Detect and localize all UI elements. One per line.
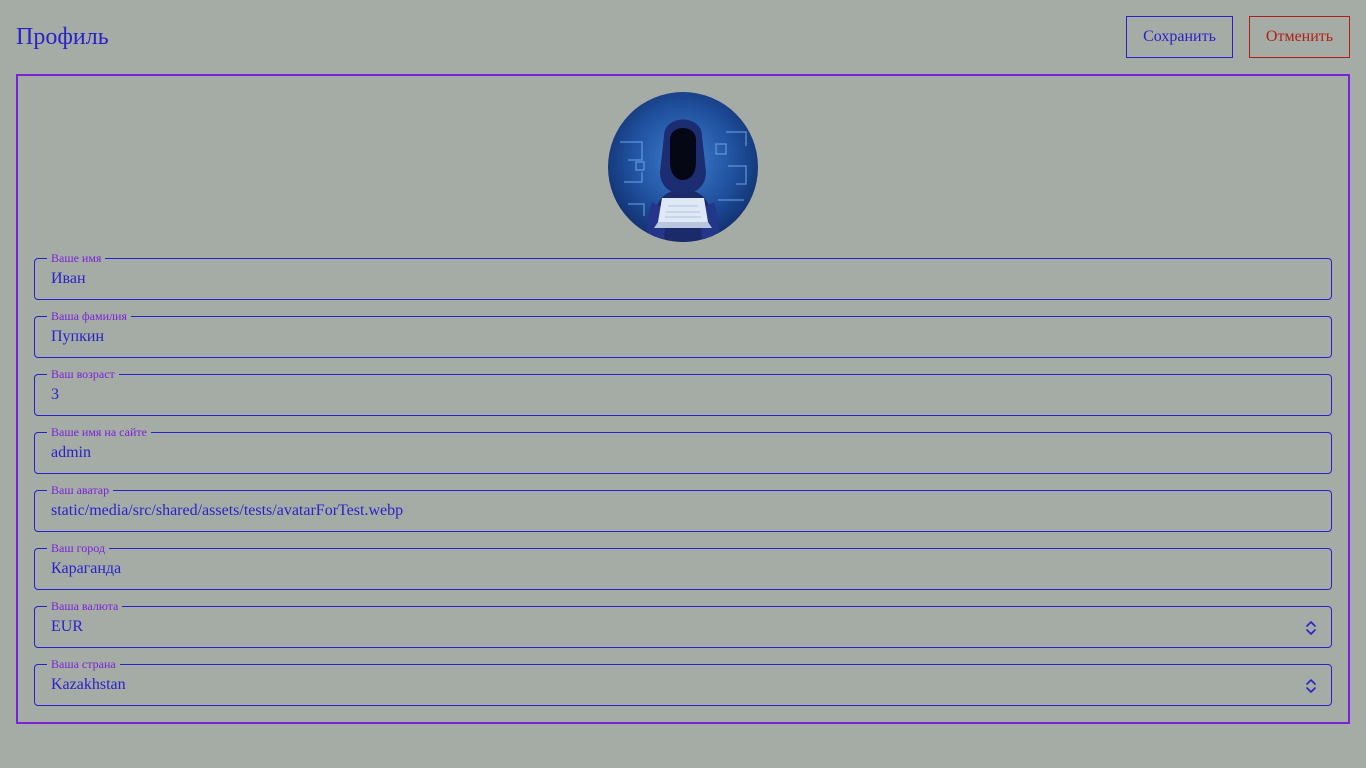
field-label: Ваше имя на сайте xyxy=(47,425,151,439)
profile-card: Ваше имя Иван Ваша фамилия Пупкин Ваш во… xyxy=(16,74,1350,724)
field-label: Ваше имя xyxy=(47,251,106,265)
currency-select[interactable]: Ваша валюта EUR xyxy=(34,599,1332,648)
field-label: Ваша фамилия xyxy=(47,309,131,323)
username-field[interactable]: Ваше имя на сайте admin xyxy=(34,425,1332,474)
currency-select-value[interactable]: EUR xyxy=(51,618,83,636)
first-name-field[interactable]: Ваше имя Иван xyxy=(34,251,1332,300)
field-label: Ваш город xyxy=(47,541,109,555)
field-label: Ваша валюта xyxy=(47,599,123,613)
first-name-input[interactable]: Иван xyxy=(51,270,86,288)
profile-page: Профиль Сохранить Отменить Ваше имя Иван… xyxy=(0,0,1366,768)
cancel-button[interactable]: Отменить xyxy=(1249,16,1350,58)
last-name-field[interactable]: Ваша фамилия Пупкин xyxy=(34,309,1332,358)
avatar-url-field[interactable]: Ваш аватар static/media/src/shared/asset… xyxy=(34,483,1332,532)
select-chevrons-icon[interactable] xyxy=(1303,618,1319,638)
select-chevrons-icon[interactable] xyxy=(1303,676,1319,696)
city-input[interactable]: Караганда xyxy=(51,560,121,578)
country-select-value[interactable]: Kazakhstan xyxy=(51,676,126,694)
avatar xyxy=(608,92,758,242)
username-input[interactable]: admin xyxy=(51,444,91,462)
page-title: Профиль xyxy=(16,24,109,50)
last-name-input[interactable]: Пупкин xyxy=(51,328,104,346)
hacker-avatar-icon xyxy=(608,92,758,242)
field-label: Ваш возраст xyxy=(47,367,119,381)
age-field[interactable]: Ваш возраст 3 xyxy=(34,367,1332,416)
field-label: Ваш аватар xyxy=(47,483,114,497)
country-select[interactable]: Ваша страна Kazakhstan xyxy=(34,657,1332,706)
save-button[interactable]: Сохранить xyxy=(1126,16,1233,58)
age-input[interactable]: 3 xyxy=(51,386,59,404)
avatar-url-input[interactable]: static/media/src/shared/assets/tests/ava… xyxy=(51,502,403,520)
city-field[interactable]: Ваш город Караганда xyxy=(34,541,1332,590)
field-label: Ваша страна xyxy=(47,657,120,671)
